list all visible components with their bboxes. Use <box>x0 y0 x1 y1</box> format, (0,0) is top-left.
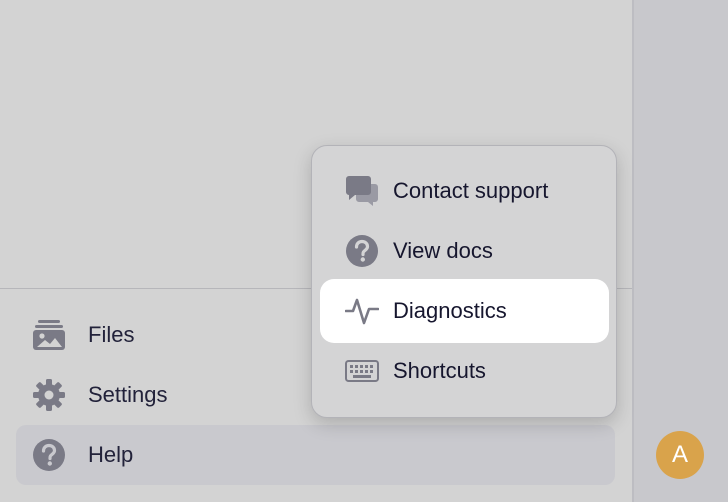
sidebar-item-help[interactable]: Help <box>16 425 615 485</box>
menu-item-diagnostics[interactable]: Diagnostics <box>320 279 609 343</box>
menu-item-label: View docs <box>393 238 493 263</box>
question-circle-icon <box>344 234 380 268</box>
sidebar-item-label: Settings <box>88 382 168 407</box>
keyboard-icon <box>344 359 380 383</box>
chat-bubbles-icon <box>344 175 380 207</box>
avatar-initial: A <box>671 441 688 468</box>
menu-item-shortcuts[interactable]: Shortcuts <box>320 339 609 403</box>
user-avatar[interactable]: A <box>656 431 704 479</box>
files-icon <box>32 318 72 352</box>
menu-item-label: Contact support <box>393 178 549 203</box>
menu-item-label: Diagnostics <box>393 298 507 323</box>
menu-item-contact-support[interactable]: Contact support <box>320 159 609 223</box>
sidebar-item-label: Files <box>88 322 135 347</box>
help-popup-menu: Contact support View docs Diagnostics Sh… <box>311 145 617 418</box>
sidebar-item-label: Help <box>88 442 134 467</box>
menu-item-view-docs[interactable]: View docs <box>320 219 609 283</box>
main-pane <box>634 0 728 502</box>
activity-icon <box>344 295 380 327</box>
menu-item-label: Shortcuts <box>393 358 486 383</box>
help-icon <box>32 438 72 472</box>
gear-icon <box>32 378 72 412</box>
